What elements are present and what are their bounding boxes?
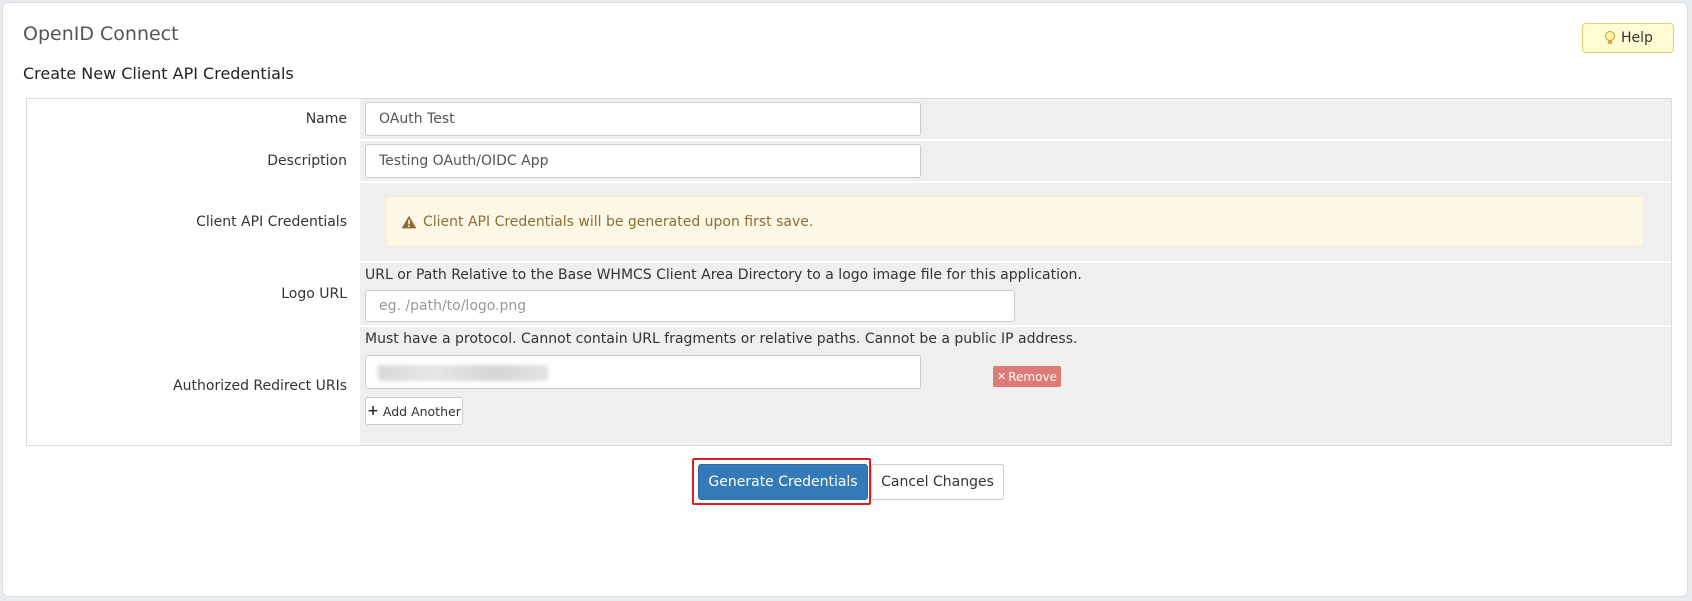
form-row-credentials: Client API Credentials Client API Creden…	[27, 183, 1671, 261]
add-another-label: Add Another	[382, 403, 461, 419]
remove-redirect-button[interactable]: ✕ Remove	[993, 366, 1061, 387]
name-cell	[360, 99, 1671, 139]
lightbulb-icon	[1603, 30, 1617, 46]
credentials-form: Name Description Client API Credentials	[26, 98, 1672, 446]
credentials-cell: Client API Credentials will be generated…	[360, 183, 1671, 261]
redirect-uri-input[interactable]	[365, 355, 921, 389]
form-row-logo: Logo URL URL or Path Relative to the Bas…	[27, 263, 1671, 325]
plus-icon: +	[367, 403, 379, 419]
logo-help-text: URL or Path Relative to the Base WHMCS C…	[365, 267, 1082, 283]
add-another-button[interactable]: + Add Another	[365, 397, 463, 425]
warning-icon	[401, 215, 417, 229]
page-title: OpenID Connect	[23, 23, 179, 45]
description-input[interactable]	[365, 144, 921, 178]
logo-cell: URL or Path Relative to the Base WHMCS C…	[360, 263, 1671, 325]
credentials-label: Client API Credentials	[27, 183, 358, 261]
credentials-notice: Client API Credentials will be generated…	[386, 196, 1644, 247]
close-icon: ✕	[997, 370, 1007, 383]
credentials-notice-text: Client API Credentials will be generated…	[423, 213, 814, 230]
generate-credentials-button[interactable]: Generate Credentials	[698, 464, 868, 500]
description-cell	[360, 141, 1671, 181]
help-button[interactable]: Help	[1582, 23, 1674, 53]
name-input[interactable]	[365, 102, 921, 136]
redirect-cell: Must have a protocol. Cannot contain URL…	[360, 327, 1671, 445]
form-row-redirect: Authorized Redirect URIs Must have a pro…	[27, 327, 1671, 445]
remove-label: Remove	[1008, 369, 1057, 384]
redirect-help-text: Must have a protocol. Cannot contain URL…	[365, 331, 1078, 347]
logo-url-input[interactable]	[365, 290, 1015, 322]
redirect-label: Authorized Redirect URIs	[27, 327, 358, 445]
section-title: Create New Client API Credentials	[23, 64, 294, 83]
main-panel: OpenID Connect Help Create New Client AP…	[2, 2, 1688, 597]
cancel-changes-button[interactable]: Cancel Changes	[871, 464, 1004, 500]
help-label: Help	[1621, 30, 1653, 46]
description-label: Description	[27, 141, 358, 181]
form-row-description: Description	[27, 141, 1671, 181]
logo-label: Logo URL	[27, 263, 358, 325]
name-label: Name	[27, 99, 358, 139]
form-row-name: Name	[27, 99, 1671, 139]
blurred-redirect-uri	[378, 365, 548, 381]
